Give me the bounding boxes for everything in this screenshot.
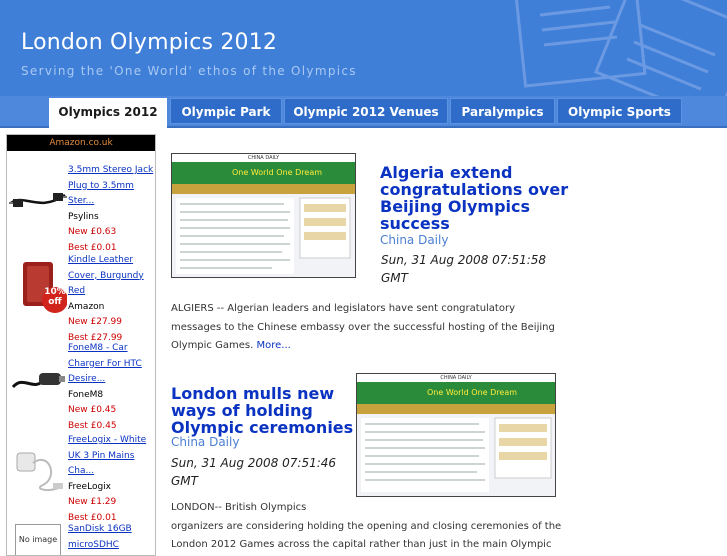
- product-best-price: Best £0.45: [68, 420, 117, 431]
- tab-paralympics[interactable]: Paralympics: [450, 98, 555, 124]
- mains-charger-icon[interactable]: [9, 437, 67, 495]
- article-date: Sun, 31 Aug 2008 07:51:46 GMT: [171, 456, 337, 488]
- thumbnail-header: CHINA DAILY: [357, 374, 555, 382]
- product-title[interactable]: Kindle Leather Cover, Burgundy Red: [68, 253, 154, 300]
- article-title[interactable]: Algeria extend congratulations over Beijin…: [380, 164, 580, 232]
- site-tagline: Serving the 'One World' ethos of the Oly…: [21, 64, 357, 78]
- thumbnail-banner: One World One Dream: [357, 382, 555, 404]
- product-title[interactable]: FreeLogix - White UK 3 Pin Mains Cha...: [68, 433, 154, 480]
- thumbnail-page-icon: [361, 417, 552, 492]
- product-new-price: New £27.99: [68, 317, 122, 327]
- product-brand: FoneM8: [68, 389, 104, 400]
- product-title[interactable]: 3.5mm Stereo Jack Plug to 3.5mm Ster...: [68, 163, 154, 210]
- site-header: London Olympics 2012 Serving the 'One Wo…: [0, 0, 727, 96]
- article-source[interactable]: China Daily: [171, 435, 239, 449]
- thumbnail-header: CHINA DAILY: [172, 154, 355, 162]
- product-title[interactable]: SanDisk 16GB microSDHC: [68, 522, 154, 553]
- car-charger-icon[interactable]: [9, 351, 67, 409]
- article-thumbnail[interactable]: CHINA DAILY One World One Dream: [356, 373, 556, 497]
- article-summary: LONDON-- British Olympics organizers are …: [171, 502, 562, 550]
- more-link[interactable]: More...: [256, 340, 290, 351]
- article-summary: ALGIERS -- Algerian leaders and legislat…: [171, 303, 555, 351]
- tab-olympics-2012[interactable]: Olympics 2012: [49, 98, 167, 128]
- product-brand: FreeLogix: [68, 481, 112, 492]
- article-thumbnail[interactable]: CHINA DAILY One World One Dream: [171, 153, 356, 278]
- product-brand: Psylins: [68, 211, 99, 222]
- thumbnail-page-icon: [176, 197, 351, 274]
- tab-olympic-sports[interactable]: Olympic Sports: [557, 98, 682, 124]
- product-title[interactable]: FoneM8 - Car Charger For HTC Desire...: [68, 341, 154, 388]
- article-date: Sun, 31 Aug 2008 07:51:58 GMT: [381, 253, 547, 285]
- amazon-heading[interactable]: Amazon.co.uk: [7, 135, 155, 151]
- amazon-sidebar: Amazon.co.uk 3.5mm Stereo Jack Plug to 3.…: [6, 134, 156, 556]
- newspaper-graphic-icon: [513, 0, 727, 96]
- audio-cable-icon[interactable]: [9, 173, 67, 231]
- article-source[interactable]: China Daily: [380, 233, 448, 247]
- thumbnail-banner: One World One Dream: [172, 162, 355, 184]
- tab-olympic-park[interactable]: Olympic Park: [170, 98, 282, 124]
- article-title[interactable]: London mulls new ways of holding Olympic c…: [171, 385, 371, 436]
- main-nav: Olympics 2012 Olympic Park Olympic 2012 …: [0, 96, 727, 128]
- discount-badge: 10% off: [44, 287, 66, 307]
- product-new-price: New £0.45: [68, 405, 117, 415]
- product-brand: Amazon: [68, 301, 105, 312]
- tab-olympic-2012-venues[interactable]: Olympic 2012 Venues: [284, 98, 448, 124]
- no-image-icon[interactable]: No image: [15, 524, 61, 555]
- site-title[interactable]: London Olympics 2012: [21, 30, 277, 55]
- product-new-price: New £0.63: [68, 227, 117, 237]
- product-new-price: New £1.29: [68, 497, 117, 507]
